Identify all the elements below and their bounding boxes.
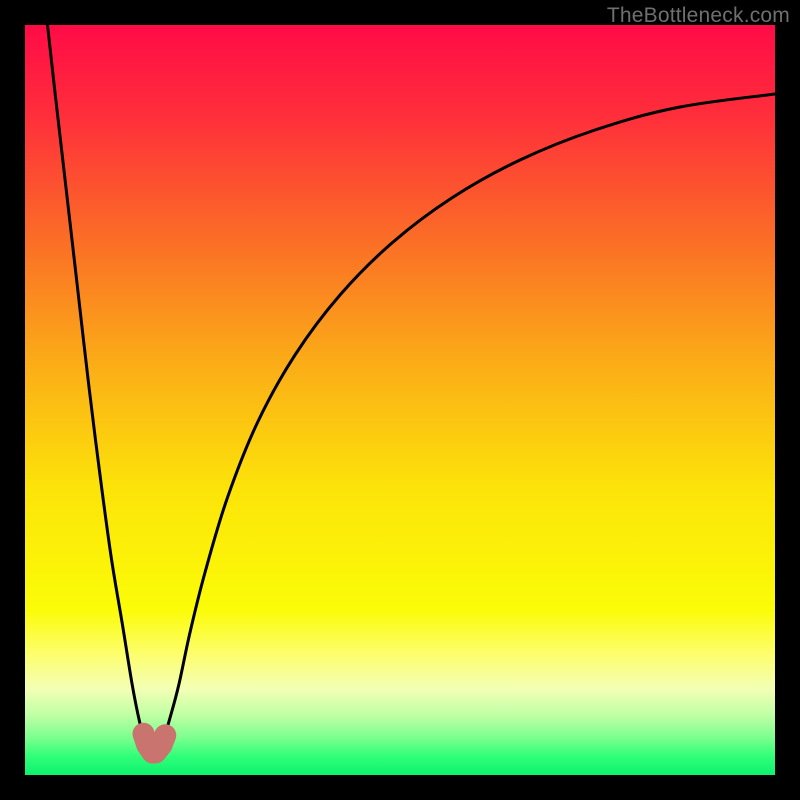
chart-svg <box>25 25 775 775</box>
watermark-label: TheBottleneck.com <box>607 4 790 28</box>
valley-marker <box>144 734 166 753</box>
chart-frame: TheBottleneck.com <box>0 0 800 800</box>
chart-plot-area <box>25 25 775 775</box>
chart-background <box>25 25 775 775</box>
